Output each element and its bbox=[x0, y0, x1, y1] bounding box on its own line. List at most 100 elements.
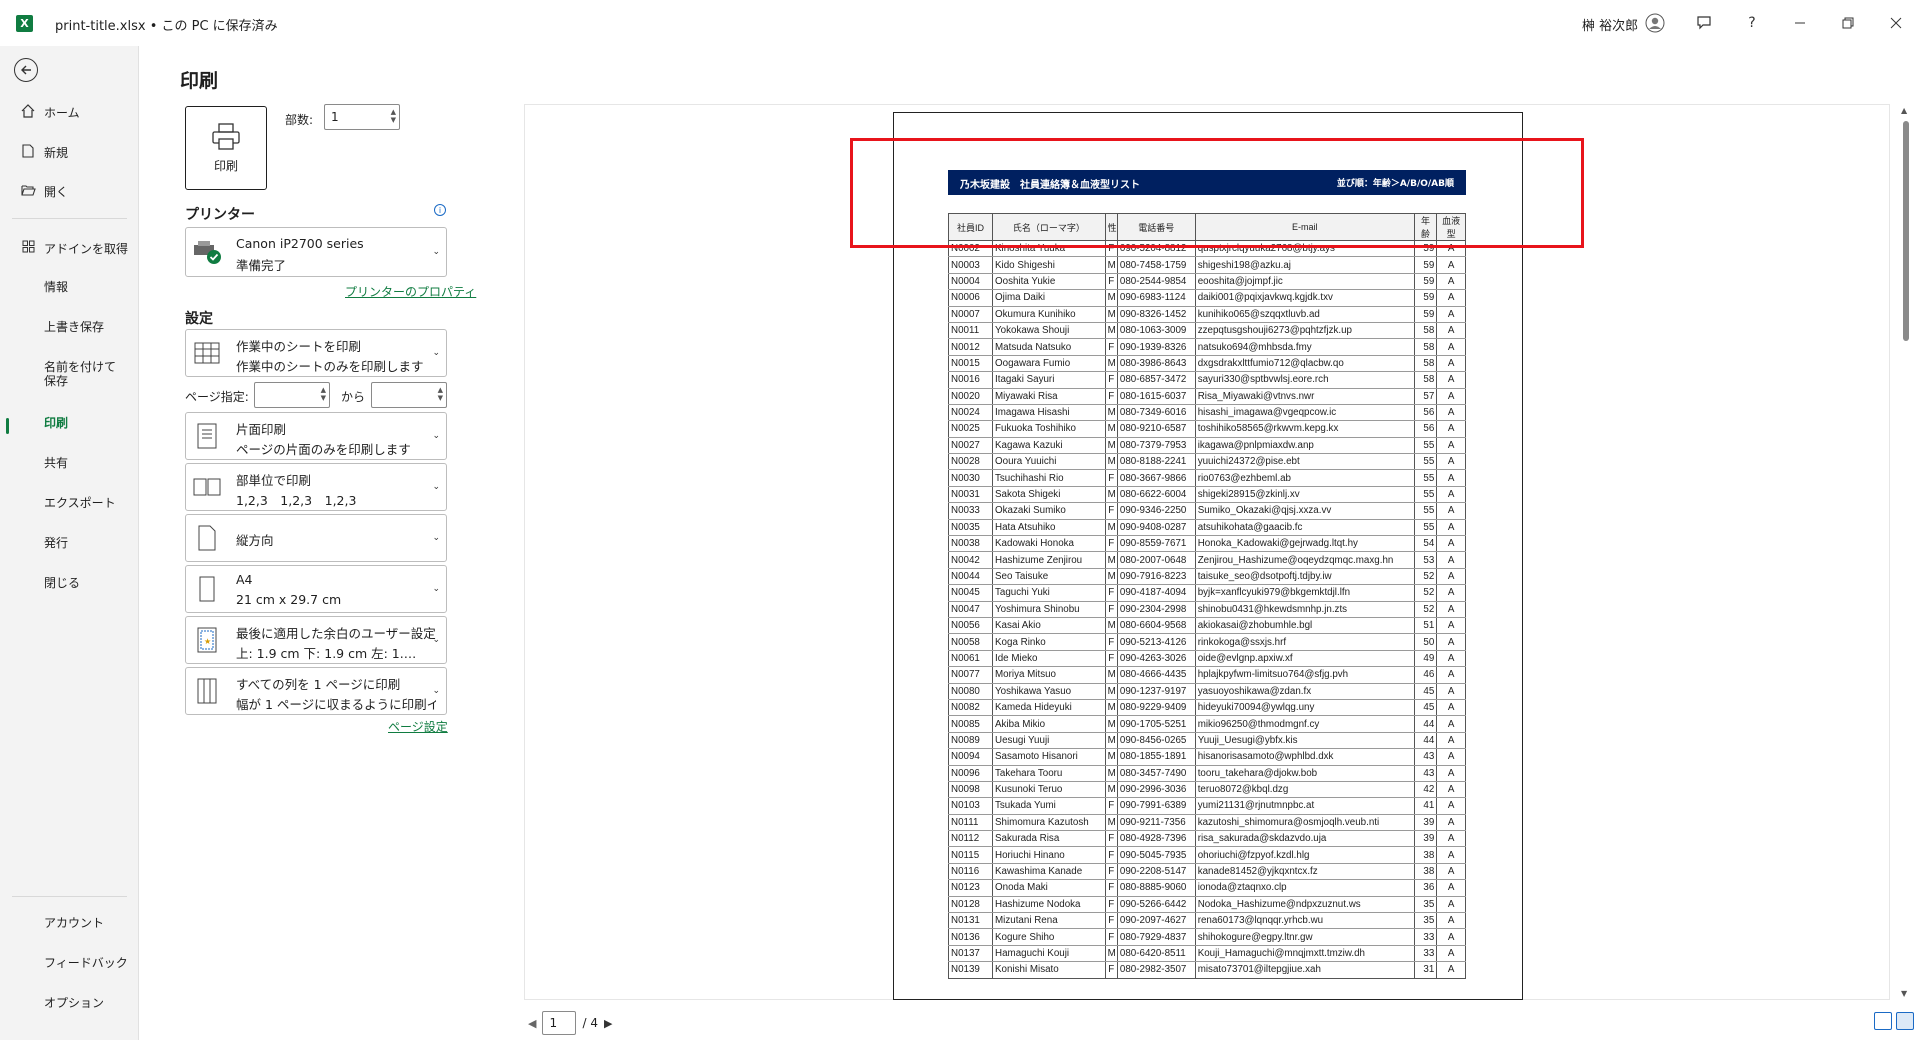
pages-to-input[interactable]: ▲ ▼ bbox=[371, 382, 447, 408]
table-cell: Risa_Miyawaki@vtnvs.nwr bbox=[1194, 388, 1415, 405]
next-page-icon[interactable]: ▶ bbox=[604, 1017, 612, 1030]
spin-arrows-icon[interactable]: ▲ ▼ bbox=[391, 108, 396, 124]
chevron-down-icon: ⌄ bbox=[432, 482, 440, 492]
print-button-label: 印刷 bbox=[213, 158, 238, 173]
table-row: N0139 Konishi Misato F 080-2982-3507 misato7… bbox=[947, 961, 1466, 979]
table-row: N0030 Tsuchihashi Rio F 080-3667-9866 rio076… bbox=[947, 469, 1466, 487]
table-cell: Matsuda Natsuko bbox=[992, 338, 1106, 356]
table-cell: N0116 bbox=[947, 863, 994, 881]
table-row: N0012 Matsuda Natsuko F 090-1939-8326 natsuk… bbox=[947, 338, 1466, 356]
table-cell: 56 bbox=[1413, 420, 1438, 438]
table-cell: M bbox=[1104, 715, 1118, 733]
table-row: N0006 Ojima Daiki M 090-6983-1124 daiki001@p… bbox=[947, 289, 1466, 307]
table-cell: A bbox=[1436, 535, 1466, 553]
feedback-icon[interactable] bbox=[1693, 12, 1715, 34]
table-row: N0089 Uesugi Yuuji M 090-8456-0265 Yuuji_Ues… bbox=[947, 732, 1466, 750]
nav-item-info[interactable]: 情報 bbox=[0, 280, 139, 294]
table-cell: 59 bbox=[1413, 256, 1438, 274]
close-icon[interactable] bbox=[1885, 12, 1907, 34]
table-cell: N0094 bbox=[947, 748, 994, 766]
table-cell: Kusunoki Teruo bbox=[992, 781, 1106, 799]
table-row: N0085 Akiba Mikio M 090-1705-5251 mikio96250… bbox=[947, 715, 1466, 733]
collate-dropdown[interactable]: 部単位で印刷 1,2,3 1,2,3 1,2,3 ⌄ bbox=[185, 463, 447, 511]
print-what-dropdown[interactable]: 作業中のシートを印刷 作業中のシートのみを印刷します ⌄ bbox=[185, 329, 447, 377]
table-cell: yumi21131@rjnutmnpbc.at bbox=[1194, 797, 1415, 815]
info-icon[interactable]: i bbox=[434, 204, 446, 216]
back-arrow-icon[interactable] bbox=[14, 58, 38, 82]
table-cell: 38 bbox=[1413, 863, 1438, 881]
nav-item-addins[interactable]: アドインを取得 bbox=[0, 240, 139, 257]
printer-properties-link[interactable]: プリンターのプロパティ bbox=[345, 283, 476, 300]
print-what-l1: 作業中のシートを印刷 bbox=[236, 339, 362, 354]
preview-scrollbar[interactable]: ▲ ▼ bbox=[1899, 104, 1913, 1000]
table-row: N0047 Yoshimura Shinobu F 090-2304-2998 shin… bbox=[947, 601, 1466, 618]
table-cell: Uesugi Yuuji bbox=[992, 732, 1106, 750]
print-button[interactable]: 印刷 bbox=[185, 106, 267, 190]
table-cell: Kouji_Hamaguchi@mnqjmxtt.tmziw.dh bbox=[1194, 945, 1415, 963]
table-cell: 090-2097-4627 bbox=[1116, 912, 1196, 930]
table-cell: 38 bbox=[1413, 846, 1438, 864]
orientation-dropdown[interactable]: 縦方向 ⌄ bbox=[185, 514, 447, 562]
scroll-thumb[interactable] bbox=[1903, 121, 1909, 341]
scroll-up-icon[interactable]: ▲ bbox=[1901, 106, 1907, 115]
help-icon[interactable]: ? bbox=[1741, 12, 1763, 34]
nav-item-label: 発行 bbox=[44, 536, 69, 550]
table-cell: ohoriuchi@fzpyof.kzdl.hlg bbox=[1194, 846, 1415, 864]
table-cell: M bbox=[1104, 814, 1118, 832]
zoom-to-page-icon[interactable] bbox=[1896, 1012, 1914, 1030]
margins-dropdown[interactable]: ★ 最後に適用した余白のユーザー設定 上: 1.9 cm 下: 1.9 cm 左… bbox=[185, 616, 447, 664]
show-margins-icon[interactable] bbox=[1874, 1012, 1892, 1030]
pages-from-input[interactable]: ▲ ▼ bbox=[254, 382, 330, 408]
prev-page-icon[interactable]: ◀ bbox=[528, 1017, 536, 1030]
table-cell: F bbox=[1104, 535, 1118, 553]
custom-margins-icon: ★ bbox=[192, 626, 222, 654]
user-avatar-icon[interactable] bbox=[1644, 12, 1666, 34]
nav-item-new[interactable]: 新規 bbox=[0, 144, 139, 162]
table-row: N0131 Mizutani Rena F 090-2097-4627 rena6017… bbox=[947, 912, 1466, 930]
table-cell: N0136 bbox=[947, 928, 994, 946]
nav-item-open[interactable]: 開く bbox=[0, 184, 139, 200]
nav-item-close[interactable]: 閉じる bbox=[0, 576, 139, 590]
table-cell: 53 bbox=[1413, 551, 1438, 569]
nav-item-account[interactable]: アカウント bbox=[0, 916, 139, 930]
table-cell: 080-3667-9866 bbox=[1116, 469, 1196, 487]
user-name[interactable]: 榊 裕次郎 bbox=[1582, 15, 1638, 34]
page-setup-link[interactable]: ページ設定 bbox=[388, 718, 448, 735]
copies-label: 部数: bbox=[285, 113, 314, 127]
nav-item-publish[interactable]: 発行 bbox=[0, 536, 139, 550]
nav-item-feedback[interactable]: フィードバック bbox=[0, 956, 139, 970]
table-cell: A bbox=[1436, 683, 1466, 700]
spin-arrows-icon[interactable]: ▲ ▼ bbox=[321, 386, 326, 402]
table-cell: A bbox=[1436, 322, 1466, 340]
table-cell: A bbox=[1436, 666, 1466, 684]
table-cell: A bbox=[1436, 289, 1466, 307]
table-cell: toshihiko58565@rkwvm.kepg.kx bbox=[1194, 420, 1415, 438]
table-cell: kunihiko065@szqqxtluvb.ad bbox=[1194, 306, 1415, 323]
nav-item-share[interactable]: 共有 bbox=[0, 456, 139, 470]
copies-stepper[interactable]: 1 ▲ ▼ bbox=[324, 104, 400, 130]
paper-size-dropdown[interactable]: A4 21 cm x 29.7 cm ⌄ bbox=[185, 565, 447, 613]
minimize-icon[interactable] bbox=[1789, 12, 1811, 34]
restore-icon[interactable] bbox=[1837, 12, 1859, 34]
sides-dropdown[interactable]: 片面印刷 ページの片面のみを印刷します ⌄ bbox=[185, 412, 447, 460]
nav-item-print[interactable]: 印刷 bbox=[0, 416, 139, 434]
nav-item-save[interactable]: 上書き保存 bbox=[0, 320, 139, 334]
table-cell: F bbox=[1104, 371, 1118, 389]
nav-item-label: アドインを取得 bbox=[44, 241, 129, 256]
nav-item-home[interactable]: ホーム bbox=[0, 104, 139, 122]
table-cell: N0089 bbox=[947, 732, 994, 750]
scroll-down-icon[interactable]: ▼ bbox=[1901, 989, 1907, 998]
table-cell: sayuri330@sptbvwlsj.eore.rch bbox=[1194, 371, 1415, 389]
scaling-dropdown[interactable]: すべての列を 1 ページに印刷 幅が 1 ページに収まるように印刷イ… ⌄ bbox=[185, 667, 447, 715]
table-cell: F bbox=[1104, 273, 1118, 291]
table-cell: N0082 bbox=[947, 699, 994, 717]
printer-dropdown[interactable]: Canon iP2700 series 準備完了 ⌄ bbox=[185, 227, 447, 277]
spin-arrows-icon[interactable]: ▲ ▼ bbox=[438, 386, 443, 402]
nav-item-save-as[interactable]: 名前を付けて保存 bbox=[0, 360, 128, 388]
nav-item-options[interactable]: オプション bbox=[0, 996, 139, 1010]
chevron-down-icon: ⌄ bbox=[432, 584, 440, 594]
current-page-input[interactable]: 1 bbox=[542, 1011, 577, 1035]
table-cell: A bbox=[1436, 879, 1466, 897]
table-cell: Hashizume Nodoka bbox=[992, 896, 1106, 914]
nav-item-export[interactable]: エクスポート bbox=[0, 496, 139, 510]
